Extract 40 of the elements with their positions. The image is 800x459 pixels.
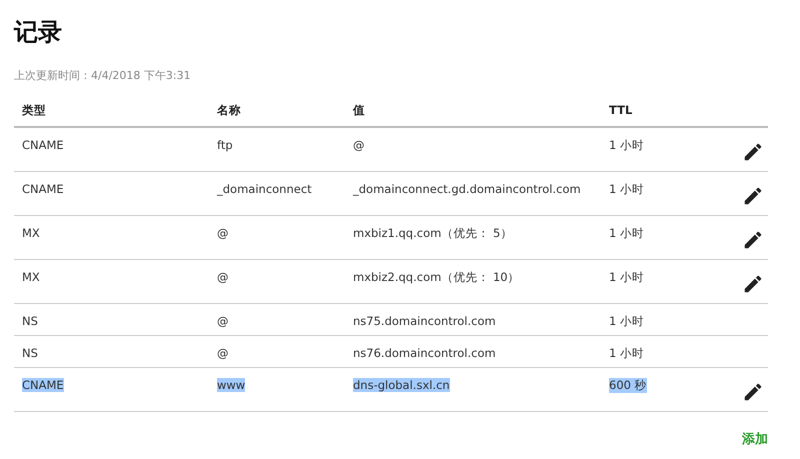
table-cell: MX [22, 226, 40, 240]
table-cell: CNAME [22, 182, 64, 196]
column-header: TTL [609, 103, 632, 117]
table-cell: 1 小时 [609, 270, 644, 285]
table-cell: @ [217, 226, 228, 240]
table-cell: _domainconnect.gd.domaincontrol.com [353, 182, 581, 196]
column-header: 值 [353, 103, 365, 117]
table-cell: dns-global.sxl.cn [353, 378, 450, 392]
edit-icon[interactable] [742, 380, 764, 402]
column-header: 名称 [217, 103, 241, 117]
column-header: 类型 [22, 103, 46, 117]
edit-icon[interactable] [742, 272, 764, 294]
table-cell: CNAME [22, 378, 64, 392]
table-cell: MX [22, 270, 40, 284]
table-cell: 1 小时 [609, 182, 644, 197]
edit-icon[interactable] [742, 140, 764, 162]
table-cell: @ [217, 270, 228, 284]
table-cell: 1 小时 [609, 138, 644, 153]
table-cell: mxbiz2.qq.com（优先： 10） [353, 270, 520, 285]
table-cell: ns75.domaincontrol.com [353, 314, 496, 328]
table-cell: @ [217, 346, 228, 360]
edit-icon[interactable] [742, 228, 764, 250]
table-cell: @ [353, 138, 364, 152]
last-updated-text: 上次更新时间：4/4/2018 下午3:31 [14, 68, 192, 83]
table-cell: NS [22, 346, 38, 360]
table-cell: CNAME [22, 138, 64, 152]
edit-icon[interactable] [742, 184, 764, 206]
table-cell: @ [217, 314, 228, 328]
table-cell: NS [22, 314, 38, 328]
table-cell: _domainconnect [217, 182, 312, 196]
table-cell: mxbiz1.qq.com（优先： 5） [353, 226, 512, 241]
add-link[interactable]: 添加 [742, 430, 768, 448]
table-cell: 600 秒 [609, 378, 647, 393]
table-cell: ftp [217, 138, 233, 152]
table-cell: 1 小时 [609, 226, 644, 241]
table-cell: ns76.domaincontrol.com [353, 346, 496, 360]
page-title: 记录 [14, 17, 63, 48]
table-cell: 1 小时 [609, 346, 644, 361]
table-cell: 1 小时 [609, 314, 644, 329]
table-cell: www [217, 378, 246, 392]
